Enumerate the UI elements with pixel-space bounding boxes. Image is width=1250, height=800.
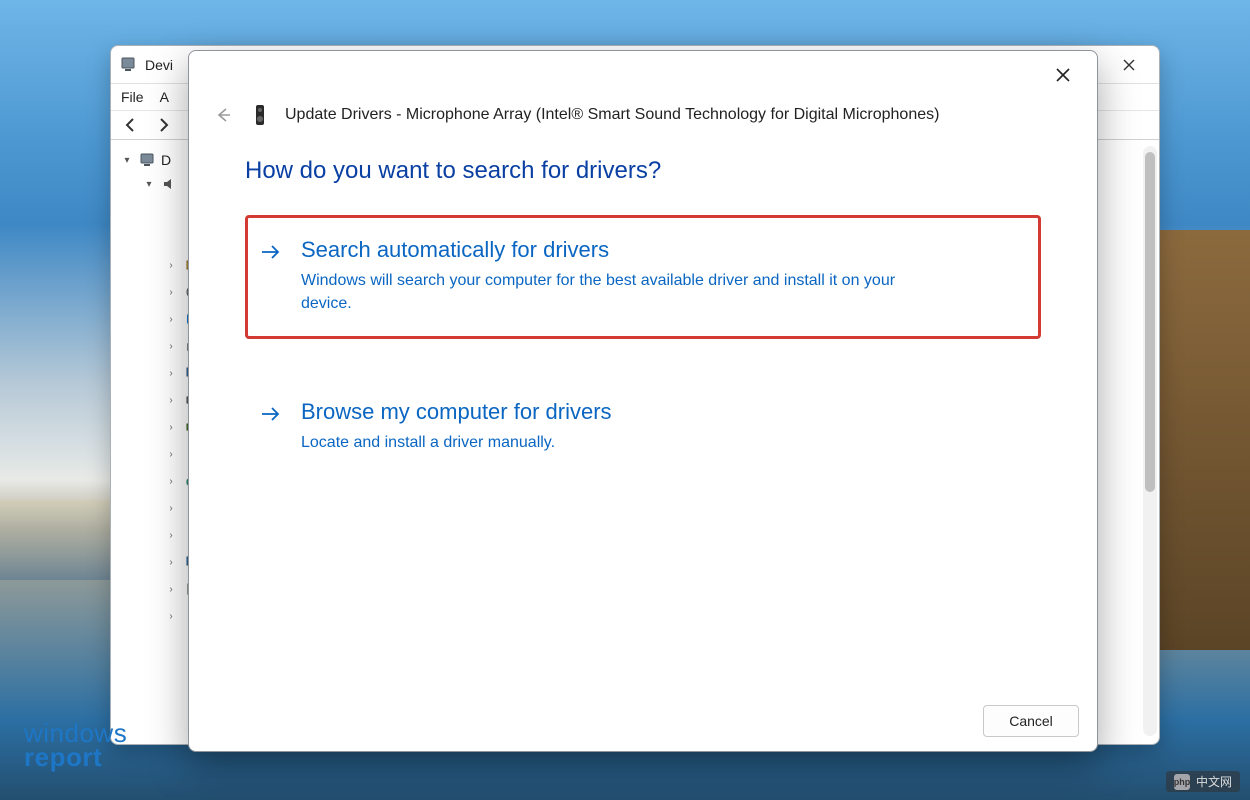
device-manager-title: Devi (145, 57, 173, 73)
option-title: Search automatically for drivers (301, 237, 1005, 263)
option-description: Locate and install a driver manually. (301, 431, 941, 454)
option-description: Windows will search your computer for th… (301, 269, 941, 315)
device-manager-app-icon (119, 56, 137, 74)
option-search-automatically[interactable]: Search automatically for drivers Windows… (245, 215, 1041, 339)
dialog-title: Update Drivers - Microphone Array (Intel… (285, 106, 939, 124)
speaker-icon (251, 104, 269, 126)
toolbar-forward-button[interactable] (151, 113, 175, 137)
watermark-line2: report (24, 745, 127, 770)
watermark-php-cn: php 中文网 (1166, 771, 1240, 792)
watermark-windows-report: windows report (24, 721, 127, 770)
computer-icon (139, 152, 155, 168)
watermark-text: 中文网 (1196, 773, 1232, 790)
audio-icon (161, 176, 177, 192)
dialog-back-button[interactable] (211, 103, 235, 127)
close-icon (1056, 68, 1070, 82)
dialog-header: Update Drivers - Microphone Array (Intel… (189, 99, 1097, 145)
menu-action[interactable]: A (160, 89, 169, 105)
dialog-question: How do you want to search for drivers? (189, 145, 1097, 195)
option-browse-computer[interactable]: Browse my computer for drivers Locate an… (245, 377, 1041, 478)
dialog-footer: Cancel (983, 705, 1079, 737)
menu-file[interactable]: File (121, 89, 144, 105)
tree-root-label: D (161, 152, 171, 168)
watermark-logo: php (1174, 774, 1190, 790)
close-icon (1123, 59, 1135, 71)
chevron-down-icon: ▾ (143, 179, 155, 190)
desktop-wallpaper: Devi File A ▾ (0, 0, 1250, 800)
device-manager-close-button[interactable] (1107, 51, 1151, 79)
chevron-down-icon: ▾ (121, 155, 133, 166)
device-manager-scrollbar[interactable] (1143, 146, 1157, 736)
dialog-options: Search automatically for drivers Windows… (189, 195, 1097, 537)
scrollbar-thumb[interactable] (1145, 152, 1155, 492)
arrow-left-icon (214, 106, 232, 124)
arrow-right-icon (155, 117, 171, 133)
dialog-titlebar[interactable] (189, 51, 1097, 99)
dialog-close-button[interactable] (1043, 60, 1083, 90)
arrow-right-icon (259, 403, 281, 430)
arrow-left-icon (123, 117, 139, 133)
update-drivers-dialog: Update Drivers - Microphone Array (Intel… (188, 50, 1098, 752)
arrow-right-icon (259, 241, 281, 268)
option-title: Browse my computer for drivers (301, 399, 1005, 425)
toolbar-back-button[interactable] (119, 113, 143, 137)
cancel-button[interactable]: Cancel (983, 705, 1079, 737)
